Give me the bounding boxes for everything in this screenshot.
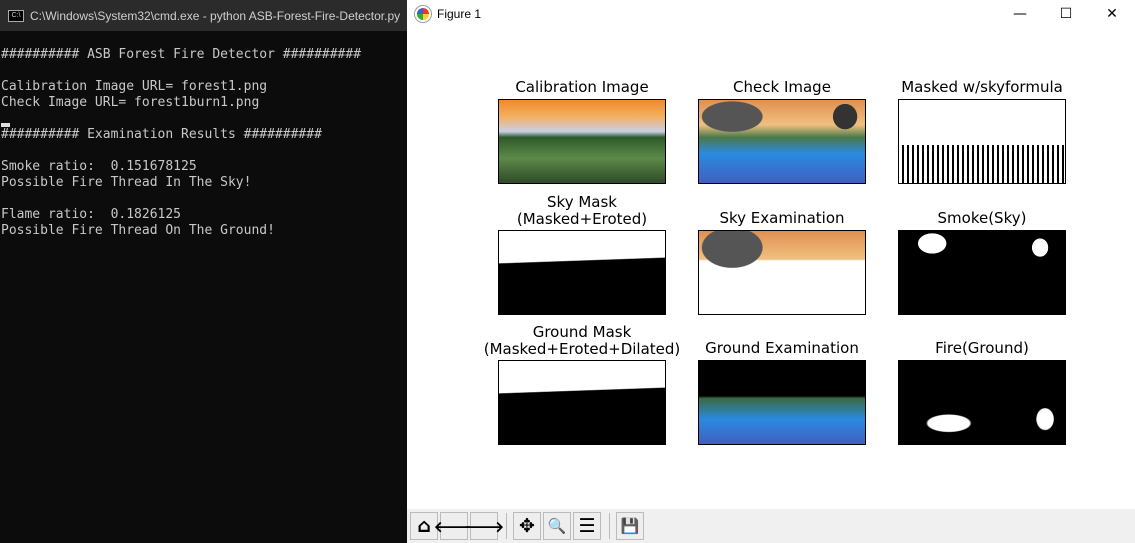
configure-subplots-button[interactable]: ☰	[573, 512, 601, 540]
save-button[interactable]: 💾	[616, 512, 644, 540]
minimize-button[interactable]: —	[997, 0, 1043, 28]
toolbar-separator	[506, 513, 507, 539]
subplot-title: Masked w/skyformula	[901, 78, 1063, 96]
subplot-image	[698, 360, 866, 445]
subplot-image	[498, 360, 666, 445]
toolbar-separator	[609, 513, 610, 539]
terminal-output[interactable]: ########## ASB Forest Fire Detector ####…	[0, 31, 407, 239]
save-icon: 💾	[620, 517, 640, 535]
terminal-line: Calibration Image URL= forest1.png	[1, 79, 268, 94]
terminal-title-bar[interactable]: C:\ C:\Windows\System32\cmd.exe - python…	[0, 0, 407, 31]
figure-window: Figure 1 — ☐ ✕ Calibration Image Check Im…	[407, 0, 1135, 543]
terminal-line: Smoke ratio: 0.151678125	[1, 159, 197, 174]
subplot-image	[698, 99, 866, 184]
subplot-image	[898, 360, 1066, 445]
home-icon: ⌂	[417, 515, 431, 537]
terminal-line: Flame ratio: 0.1826125	[1, 207, 182, 222]
forward-icon: 🡒	[463, 517, 505, 536]
cmd-icon: C:\	[8, 9, 24, 22]
subplot-image	[698, 230, 866, 315]
terminal-line: ########## Examination Results #########…	[1, 127, 322, 142]
close-button[interactable]: ✕	[1089, 0, 1135, 28]
terminal-line: Possible Fire Thread In The Sky!	[1, 175, 252, 190]
subplot-image	[898, 99, 1066, 184]
figure-title: Figure 1	[437, 7, 482, 21]
zoom-button[interactable]: 🔍	[543, 512, 571, 540]
forward-button[interactable]: 🡒	[464, 512, 504, 540]
subplot-image	[898, 230, 1066, 315]
subplot-image	[498, 230, 666, 315]
navigation-toolbar: ⌂ 🡐 🡒 ✥ 🔍 ☰ 💾	[407, 509, 1135, 543]
terminal-line	[1, 111, 407, 127]
terminal-line: Check Image URL= forest1burn1.png	[1, 95, 260, 110]
maximize-button[interactable]: ☐	[1043, 0, 1089, 28]
subplot-image	[498, 99, 666, 184]
terminal-line: ########## ASB Forest Fire Detector ####…	[1, 47, 362, 62]
subplot-title: Fire(Ground)	[935, 339, 1029, 357]
configure-subplots-icon: ☰	[578, 515, 596, 537]
pan-icon: ✥	[519, 515, 535, 537]
subplot-title: Smoke(Sky)	[937, 209, 1027, 227]
terminal-line: Possible Fire Thread On The Ground!	[1, 223, 275, 238]
pan-button[interactable]: ✥	[513, 512, 541, 540]
matplotlib-logo-icon	[415, 6, 431, 22]
terminal-window: C:\ C:\Windows\System32\cmd.exe - python…	[0, 0, 407, 543]
zoom-icon: 🔍	[547, 517, 567, 535]
terminal-title: C:\Windows\System32\cmd.exe - python ASB…	[30, 8, 401, 23]
